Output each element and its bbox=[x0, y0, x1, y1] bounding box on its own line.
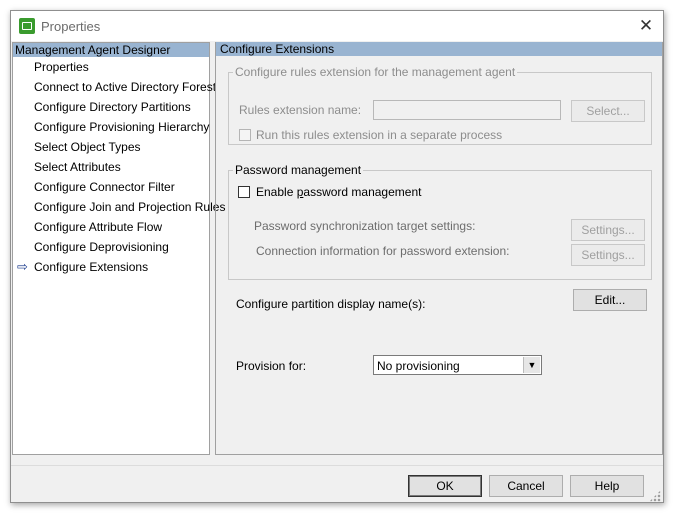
password-sync-target-label: Password synchronization target settings… bbox=[254, 219, 476, 233]
cancel-button[interactable]: Cancel bbox=[489, 475, 563, 497]
enable-password-management-checkbox[interactable] bbox=[238, 186, 250, 198]
nav-item-configure-provisioning-hierarchy[interactable]: Configure Provisioning Hierarchy bbox=[13, 117, 209, 137]
designer-nav-header: Management Agent Designer bbox=[13, 43, 209, 57]
dropdown-arrow-icon[interactable]: ▼ bbox=[523, 357, 540, 373]
password-extension-connection-settings-button[interactable]: Settings... bbox=[571, 244, 645, 266]
password-extension-connection-label: Connection information for password exte… bbox=[256, 244, 510, 258]
title-bar[interactable]: Properties ✕ bbox=[11, 11, 663, 41]
nav-item-connect-ad-forest[interactable]: Connect to Active Directory Forest bbox=[13, 77, 216, 97]
window-title: Properties bbox=[41, 19, 101, 34]
properties-app-icon bbox=[19, 18, 35, 34]
dialog-button-bar: OK Cancel Help bbox=[11, 465, 663, 504]
configure-extensions-header: Configure Extensions bbox=[216, 42, 662, 56]
enable-password-management-label[interactable]: Enable password management bbox=[256, 185, 421, 199]
provision-for-select[interactable]: No provisioning ▼ bbox=[373, 355, 542, 375]
nav-item-configure-deprovisioning[interactable]: Configure Deprovisioning bbox=[13, 237, 209, 257]
provision-for-label: Provision for: bbox=[236, 359, 307, 373]
separate-process-label: Run this rules extension in a separate p… bbox=[256, 128, 503, 142]
nav-item-configure-directory-partitions[interactable]: Configure Directory Partitions bbox=[13, 97, 209, 117]
configure-extensions-pane: Configure Extensions Configure rules ext… bbox=[215, 42, 663, 455]
nav-item-select-attributes[interactable]: Select Attributes bbox=[13, 157, 209, 177]
nav-item-configure-join-projection-rules[interactable]: Configure Join and Projection Rules bbox=[13, 197, 225, 217]
nav-item-configure-extensions[interactable]: ⇨ Configure Extensions bbox=[13, 257, 209, 277]
separate-process-checkbox[interactable] bbox=[239, 129, 251, 141]
ok-button[interactable]: OK bbox=[408, 475, 482, 497]
password-sync-target-settings-button[interactable]: Settings... bbox=[571, 219, 645, 241]
help-button[interactable]: Help bbox=[570, 475, 644, 497]
properties-dialog: Properties ✕ Management Agent Designer P… bbox=[10, 10, 664, 503]
resize-grip-icon[interactable] bbox=[649, 490, 661, 502]
close-icon[interactable]: ✕ bbox=[635, 15, 657, 37]
select-rules-extension-button[interactable]: Select... bbox=[571, 100, 645, 122]
partition-display-names-label: Configure partition display name(s): bbox=[236, 297, 426, 311]
rules-extension-name-input[interactable] bbox=[373, 100, 561, 120]
edit-partition-display-names-button[interactable]: Edit... bbox=[573, 289, 647, 311]
nav-item-configure-attribute-flow[interactable]: Configure Attribute Flow bbox=[13, 217, 209, 237]
nav-item-configure-connector-filter[interactable]: Configure Connector Filter bbox=[13, 177, 209, 197]
provision-for-selected-value: No provisioning bbox=[377, 359, 460, 373]
rules-extension-legend: Configure rules extension for the manage… bbox=[235, 65, 516, 79]
nav-item-properties[interactable]: Properties bbox=[13, 57, 209, 77]
rules-extension-name-label: Rules extension name: bbox=[239, 103, 362, 117]
nav-item-select-object-types[interactable]: Select Object Types bbox=[13, 137, 209, 157]
designer-nav-pane: Management Agent Designer Properties Con… bbox=[12, 42, 225, 455]
current-step-arrow-icon: ⇨ bbox=[17, 259, 28, 274]
password-management-legend: Password management bbox=[235, 163, 362, 177]
designer-nav-list: Properties Connect to Active Directory F… bbox=[13, 57, 225, 277]
